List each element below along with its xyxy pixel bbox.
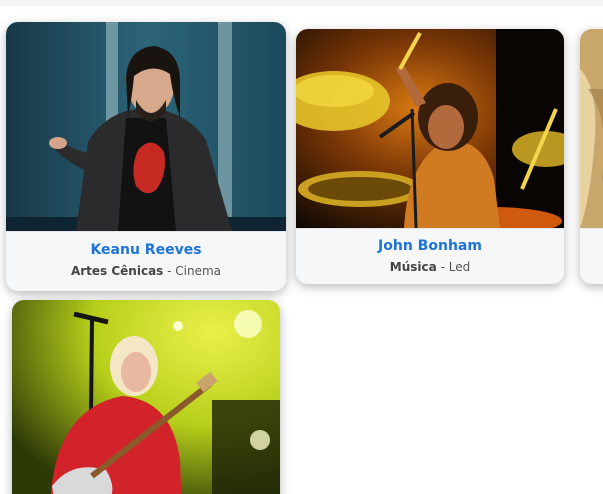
artist-category-line: Música - Led	[296, 259, 564, 275]
artist-photo[interactable]	[6, 22, 286, 231]
artist-info: Keanu Reeves Artes Cênicas - Cinema	[6, 231, 286, 291]
artist-category: Música	[389, 260, 437, 274]
artist-subcategory: Led	[448, 260, 471, 274]
artist-card-partial[interactable]	[580, 29, 603, 284]
artist-card-keanu-reeves[interactable]: Keanu Reeves Artes Cênicas - Cinema	[6, 22, 286, 291]
artist-grid: Keanu Reeves Artes Cênicas - Cinema John…	[0, 0, 603, 494]
artist-photo[interactable]	[12, 300, 280, 494]
artist-category-line: Artes Cênicas - Cinema	[6, 263, 286, 279]
top-divider	[0, 0, 603, 6]
artist-info: John Bonham Música - Led	[296, 228, 564, 284]
artist-photo[interactable]	[580, 29, 603, 228]
artist-card-john-bonham[interactable]: John Bonham Música - Led	[296, 29, 564, 284]
category-separator: -	[436, 260, 449, 274]
artist-card-guitarist[interactable]	[12, 300, 280, 494]
artist-subcategory: Cinema	[175, 264, 222, 278]
artist-photo[interactable]	[296, 29, 564, 228]
artist-name-link[interactable]: Keanu Reeves	[6, 241, 286, 259]
artist-info	[580, 228, 603, 284]
artist-category: Artes Cênicas	[70, 264, 164, 278]
artist-name-link[interactable]: John Bonham	[296, 237, 564, 255]
category-separator: -	[163, 264, 176, 278]
